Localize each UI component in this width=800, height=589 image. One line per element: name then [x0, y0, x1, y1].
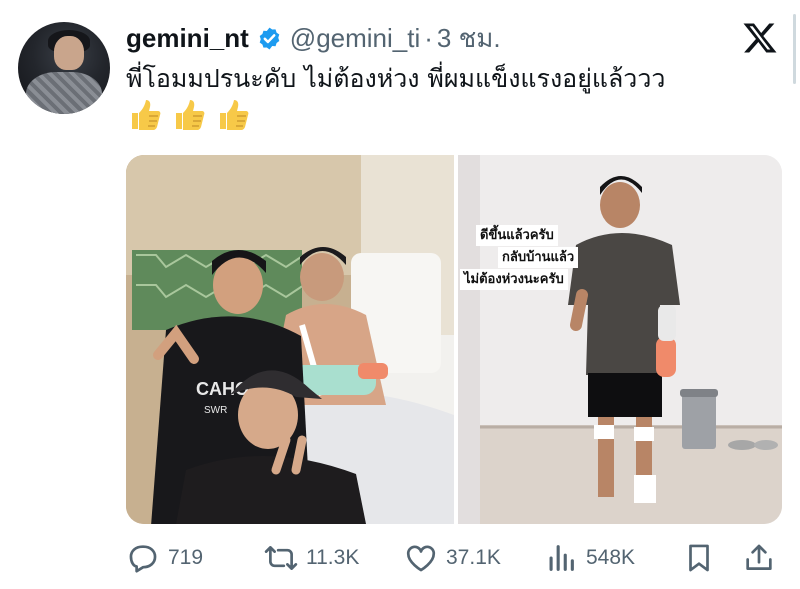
reply-icon [129, 545, 157, 573]
thumbs-up-icon [176, 100, 205, 130]
media-grid: CAHO SWR ดีขึ้นแล้วครับ กลับบ้านแล้ว ไม่… [126, 155, 782, 524]
avatar[interactable] [18, 22, 110, 114]
user-handle[interactable]: @gemini_ti [290, 23, 420, 54]
standing-recovery-photo[interactable]: ดีขึ้นแล้วครับ กลับบ้านแล้ว ไม่ต้องห่วงน… [458, 155, 782, 524]
timestamp[interactable]: 3 ชม. [437, 18, 501, 59]
scrollbar[interactable] [793, 14, 796, 84]
retweet-icon [264, 546, 298, 570]
heart-icon [406, 545, 436, 572]
overlay-line-1: ดีขึ้นแล้วครับ [476, 225, 558, 246]
tweet-text: พี่โอมมปรนะคับ ไม่ต้องห่วง พี่ผมแข็งแรงอ… [126, 64, 666, 93]
share-button[interactable] [742, 538, 776, 578]
reply-count: 719 [168, 546, 204, 569]
separator-dot: · [424, 22, 433, 53]
views-count: 548K [586, 546, 636, 569]
bookmark-icon [689, 544, 709, 572]
jersey-subtext: SWR [204, 405, 227, 416]
x-logo-icon[interactable] [742, 20, 778, 56]
retweet-button[interactable]: 11.3K [264, 538, 359, 578]
tweet-actions: 719 11.3K 37.1K 548K [126, 538, 782, 578]
emoji-row [128, 97, 252, 133]
views-button[interactable]: 548K [544, 538, 635, 578]
thumbs-up-icon [132, 100, 161, 130]
bookmark-button[interactable] [682, 538, 716, 578]
views-icon [549, 545, 574, 571]
like-count: 37.1K [446, 546, 501, 569]
thumbs-up-icon [220, 100, 249, 130]
reply-button[interactable]: 719 [126, 538, 203, 578]
share-icon [746, 544, 772, 570]
tweet-header: gemini_nt @gemini_ti · 3 ชม. [126, 18, 501, 58]
hospital-selfie-photo[interactable]: CAHO SWR [126, 155, 454, 524]
display-name[interactable]: gemini_nt [126, 23, 249, 54]
retweet-count: 11.3K [306, 546, 360, 569]
verified-badge-icon [259, 27, 280, 49]
overlay-line-2: กลับบ้านแล้ว [498, 247, 579, 268]
overlay-line-3: ไม่ต้องห่วงนะครับ [460, 269, 568, 290]
like-button[interactable]: 37.1K [404, 538, 501, 578]
